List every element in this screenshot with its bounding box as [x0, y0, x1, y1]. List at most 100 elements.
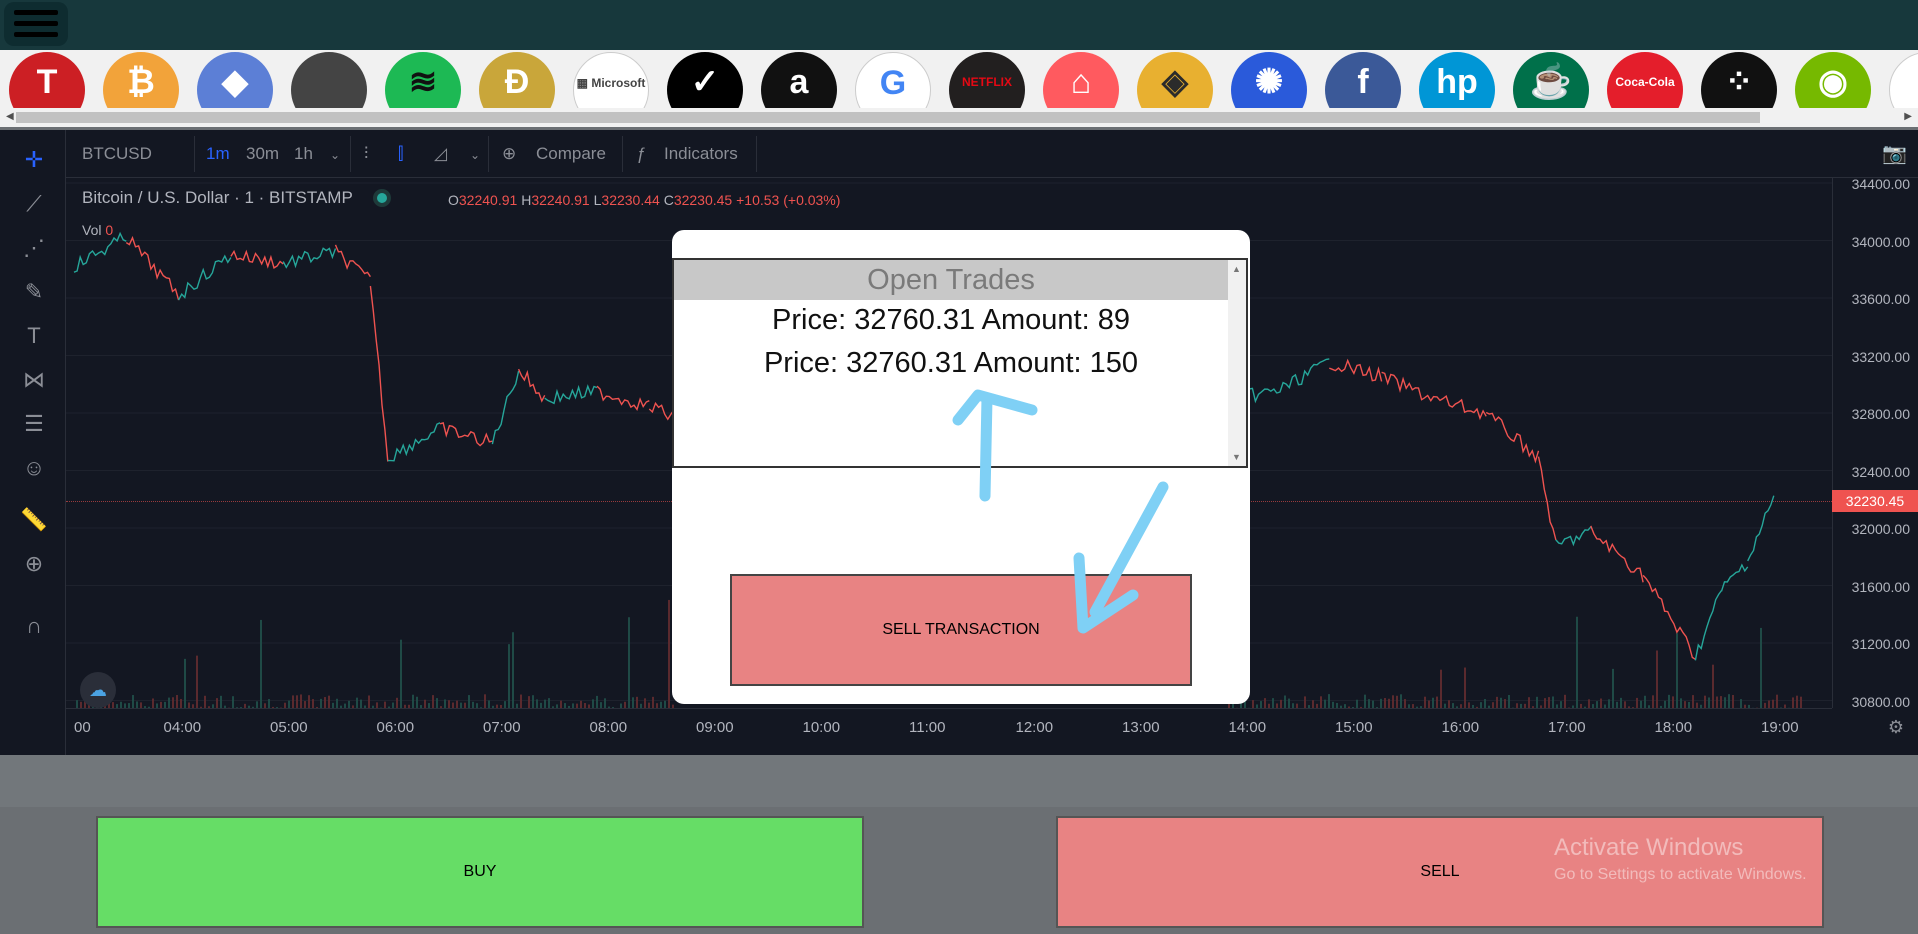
logo-hp-icon[interactable]: hp [1419, 52, 1495, 108]
text-tool-icon[interactable]: T [18, 320, 50, 352]
measure-lines-icon[interactable]: ☰ [18, 408, 50, 440]
logo-nvidia-icon[interactable]: ◉ [1795, 52, 1871, 108]
volume-bar [424, 699, 426, 708]
logo-starbucks-icon[interactable]: ☕ [1513, 52, 1589, 108]
logo-airbnb-icon[interactable]: ⌂ [1043, 52, 1119, 108]
volume-bar [1312, 700, 1314, 708]
sell-transaction-button[interactable]: SELL TRANSACTION [730, 574, 1192, 686]
volume-bar [592, 699, 594, 708]
compare-plus-icon[interactable]: ⊕ [502, 144, 516, 164]
chevron-down-icon[interactable]: ⌄ [470, 148, 480, 162]
ticker-scrollbar[interactable]: ◀ ▶ [0, 108, 1918, 127]
trades-scrollbar[interactable]: ▲ ▼ [1228, 260, 1246, 466]
price-series-segment [439, 422, 493, 447]
time-tick: 09:00 [696, 719, 734, 736]
volume-bar [360, 699, 362, 708]
logo-partial-icon[interactable] [1889, 52, 1918, 108]
interval-1h[interactable]: 1h [294, 144, 313, 164]
volume-bar [1304, 696, 1306, 708]
logo-cardano-icon[interactable]: ✺ [1231, 52, 1307, 108]
indicators-button[interactable]: Indicators [664, 144, 738, 164]
symbol-search[interactable]: BTCUSD [82, 144, 152, 164]
settings-gear-icon[interactable]: ⚙ [1888, 717, 1904, 738]
volume-bar [320, 698, 322, 708]
bar-style-icon[interactable]: ⫶ [364, 144, 368, 164]
trade-row[interactable]: Price: 32760.31 Amount: 150 [674, 347, 1228, 380]
logo-tesla-icon[interactable]: T [9, 52, 85, 108]
scroll-down-icon[interactable]: ▼ [1232, 452, 1241, 462]
fx-icon[interactable]: ƒ [636, 144, 645, 164]
volume-bar [1732, 695, 1734, 708]
volume-bar [308, 695, 310, 708]
price-series-segment [334, 244, 371, 278]
volume-bar [664, 700, 666, 708]
logo-netflix-icon[interactable]: NETFLIX [949, 52, 1025, 108]
logo-apple-icon[interactable] [291, 52, 367, 108]
logo-spotify-icon[interactable]: ≋ [385, 52, 461, 108]
volume-bar [1324, 699, 1326, 708]
logo-dogecoin-icon[interactable]: Ð [479, 52, 555, 108]
chevron-down-icon[interactable]: ⌄ [330, 148, 340, 162]
volume-bar [1528, 697, 1530, 708]
logo-google-icon[interactable]: G [855, 52, 931, 108]
volume-bar [356, 697, 358, 708]
interval-1m[interactable]: 1m [206, 144, 230, 164]
volume-bar [636, 696, 638, 708]
pattern-icon[interactable]: ⋈ [18, 364, 50, 396]
volume-bar [1708, 697, 1710, 708]
volume-bar [1508, 694, 1510, 708]
time-axis[interactable]: ⚙ 00 04:00 05:00 06:00 07:00 08:00 09:00 10:00 1… [66, 708, 1904, 755]
time-tick: 15:00 [1335, 719, 1373, 736]
volume-bar [412, 694, 414, 708]
volume-bar [632, 697, 634, 708]
brush-icon[interactable]: ✎ [18, 276, 50, 308]
hamburger-menu-icon[interactable] [4, 2, 68, 46]
scrollbar-thumb[interactable] [16, 112, 1760, 123]
trend-line-icon[interactable]: ⟋ [18, 188, 50, 220]
logo-coca-cola-icon[interactable]: Coca-Cola [1607, 52, 1683, 108]
camera-icon[interactable]: 📷 [1882, 141, 1907, 166]
scroll-right-icon[interactable]: ▶ [1904, 111, 1912, 122]
volume-bar [1552, 696, 1554, 708]
logo-blackberry-icon[interactable]: ⁘ [1701, 52, 1777, 108]
logo-nike-icon[interactable]: ✓ [667, 52, 743, 108]
volume-bar [1692, 695, 1694, 708]
volume-bar [652, 696, 654, 708]
volume-bar [488, 700, 490, 708]
logo-facebook-icon[interactable]: f [1325, 52, 1401, 108]
price-series-segment [1381, 371, 1435, 403]
time-tick: 08:00 [589, 719, 628, 736]
trade-row[interactable]: Price: 32760.31 Amount: 89 [674, 304, 1228, 337]
logo-bitcoin-icon[interactable]: ₿ [103, 52, 179, 108]
logo-binance-icon[interactable]: ◈ [1137, 52, 1213, 108]
volume-bar [300, 694, 302, 708]
candles-style-icon[interactable]: ⫿ [398, 144, 403, 164]
crosshair-icon[interactable]: ✛ [18, 144, 50, 176]
volume-bar [528, 696, 530, 708]
price-axis[interactable]: 34400.00 34000.00 33600.00 33200.00 32800.00… [1832, 176, 1918, 710]
open-trades-title: Open Trades [674, 260, 1228, 300]
scroll-up-icon[interactable]: ▲ [1232, 264, 1241, 274]
logo-amazon-icon[interactable]: a [761, 52, 837, 108]
logo-microsoft-icon[interactable]: ▦ Microsoft [573, 52, 649, 108]
tradingview-logo-icon[interactable]: ☁ [80, 672, 116, 708]
volume-bar [532, 695, 534, 708]
volume-bar [268, 699, 270, 708]
volume-bar [1504, 699, 1506, 708]
open-trades-list[interactable]: Open Trades Price: 32760.31 Amount: 89 P… [672, 258, 1248, 468]
buy-button[interactable]: BUY [96, 816, 864, 928]
magnet-icon[interactable]: ∩ [18, 610, 50, 642]
scroll-left-icon[interactable]: ◀ [6, 111, 14, 122]
emoji-icon[interactable]: ☺ [18, 452, 50, 484]
volume-bar [1288, 698, 1290, 708]
open-trades-modal: Open Trades Price: 32760.31 Amount: 89 P… [672, 230, 1250, 704]
volume-bar [1624, 701, 1626, 708]
volume-bar [232, 696, 234, 708]
area-style-icon[interactable]: ◿ [434, 144, 447, 164]
logo-ethereum-icon[interactable]: ◆ [197, 52, 273, 108]
zoom-in-icon[interactable]: ⊕ [18, 548, 50, 580]
interval-30m[interactable]: 30m [246, 144, 279, 164]
ruler-icon[interactable]: 📏 [18, 504, 50, 536]
compare-button[interactable]: Compare [536, 144, 606, 164]
fib-tool-icon[interactable]: ⋰ [18, 232, 50, 264]
